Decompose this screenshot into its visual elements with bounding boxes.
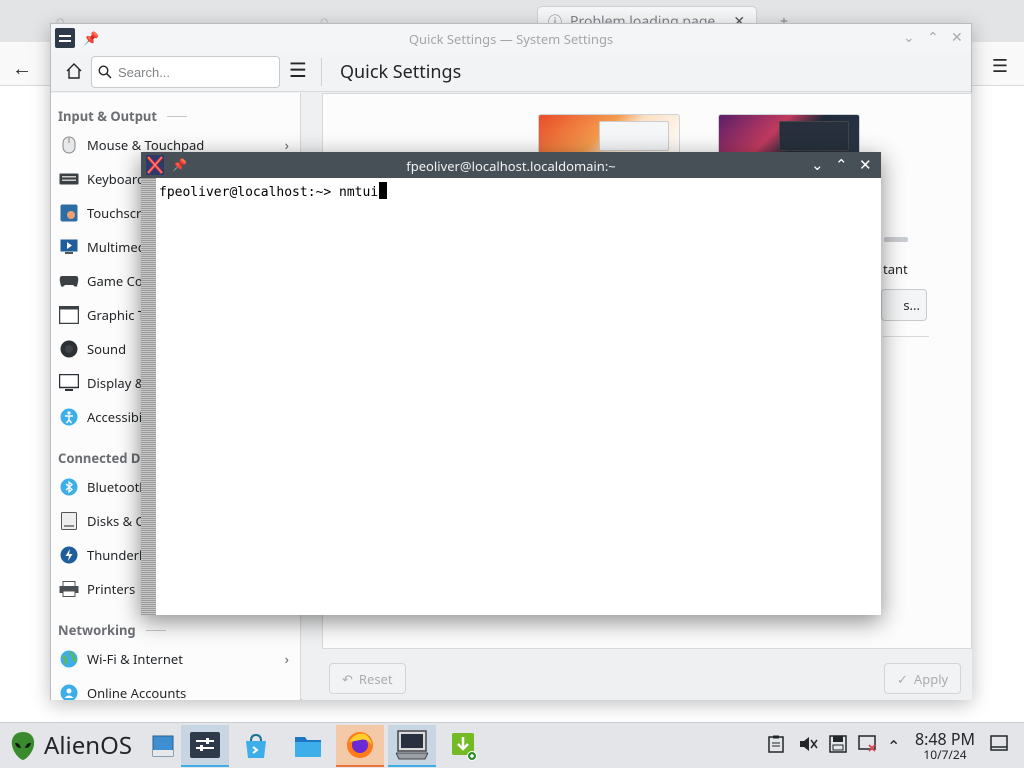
light-theme-thumbnail[interactable] [538,114,680,154]
sidebar-item-label: Printers [87,580,136,598]
window-title: Quick Settings — System Settings [408,30,614,48]
more-settings-button[interactable]: s... [881,289,927,321]
store-bag-icon [246,733,266,758]
touchscreen-icon [59,203,79,223]
page-title: Quick Settings [340,60,462,84]
settings-header: ☰ Quick Settings [51,52,971,92]
sidebar-item-wifi-internet[interactable]: Wi-Fi & Internet › [51,643,300,675]
tablet-icon [59,305,79,325]
checkmark-icon: ✓ [897,669,908,688]
home-icon [66,63,82,79]
window-preview [599,121,669,151]
close-icon[interactable]: ✕ [951,28,963,47]
package-install-icon [452,733,477,761]
clipboard-icon[interactable] [768,735,784,758]
bluetooth-icon [59,477,79,497]
online-accounts-icon [59,683,79,700]
taskbar: AlienOS ⌃ 8:48 PM 10/7/24 [0,722,1024,768]
volume-muted-icon[interactable] [798,735,818,758]
peek-desktop-icon[interactable] [990,735,1008,756]
divider [883,336,929,337]
folder-icon [295,737,321,757]
shell-prompt: fpeoliver@localhost:~> [159,185,340,200]
settings-titlebar[interactable]: 📌 Quick Settings — System Settings ⌄ ⌃ ✕ [51,24,971,52]
section-header-networking: Networking [58,621,166,639]
alien-logo-icon [11,731,35,760]
sidebar-item-online-accounts[interactable]: Online Accounts [51,677,300,700]
animation-speed-slider[interactable] [884,237,908,242]
terminal-scrollbar[interactable] [141,178,156,615]
terminal-body[interactable]: fpeoliver@localhost:~> nmtui [156,178,881,615]
undo-icon: ↶ [342,669,353,688]
maximize-icon[interactable]: ⌃ [927,28,939,47]
divider [167,115,188,117]
settings-footer: ↶ Reset ✓ Apply [302,655,972,700]
firefox-icon [347,732,373,758]
accessibility-icon [59,407,79,427]
network-disconnected-icon[interactable] [858,735,878,758]
taskbar-firefox[interactable] [336,725,384,767]
reset-label: Reset [358,669,393,688]
thunderbolt-icon [59,545,79,565]
multimedia-icon [59,237,79,257]
taskbar-terminal[interactable] [388,725,436,767]
application-launcher[interactable]: AlienOS [10,729,132,762]
clock[interactable]: 8:48 PM 10/7/24 [912,730,978,762]
back-arrow-icon[interactable]: ← [12,54,32,81]
terminal-titlebar[interactable]: 📌 fpeoliver@localhost.localdomain:~ ⌄ ⌃ … [141,152,881,178]
reset-button[interactable]: ↶ Reset [329,663,406,694]
home-button[interactable] [61,56,87,86]
minimize-icon[interactable]: ⌄ [903,28,915,47]
browser-menu-icon[interactable]: ☰ [992,54,1008,78]
dark-theme-thumbnail[interactable] [718,114,860,154]
gamepad-icon [59,271,79,291]
sidebar-item-label: Keyboard [87,170,146,188]
taskbar-package-installer[interactable] [440,725,488,767]
clock-date: 10/7/24 [923,746,967,763]
sidebar-item-label: Sound [87,340,127,358]
divider [145,629,166,631]
show-desktop-button[interactable] [146,725,180,767]
search-field[interactable] [91,56,280,88]
chevron-right-icon: › [284,650,289,669]
hamburger-menu-icon[interactable]: ☰ [289,60,307,80]
section-header-label: Networking [58,621,136,639]
window-preview [779,121,849,151]
text-cursor [379,182,388,199]
disk-icon [59,511,79,531]
storage-icon[interactable] [829,735,847,758]
taskbar-discover[interactable] [232,725,280,767]
sound-icon [59,339,79,359]
apply-label: Apply [913,669,949,688]
terminal-window[interactable]: 📌 fpeoliver@localhost.localdomain:~ ⌄ ⌃ … [141,152,881,615]
typed-command: nmtui [339,185,379,200]
taskbar-file-manager[interactable] [284,725,332,767]
header-divider [321,58,322,86]
close-icon[interactable]: ✕ [859,155,872,175]
search-input[interactable] [118,64,258,80]
taskbar-system-settings[interactable] [181,725,229,767]
section-header-input-output: Input & Output [58,107,188,125]
sidebar-item-label: Online Accounts [87,684,187,700]
search-icon [98,65,112,79]
terminal-command-line: fpeoliver@localhost:~> nmtui [159,182,388,200]
globe-icon [59,649,79,669]
start-label: AlienOS [44,729,133,762]
section-header-label: Input & Output [58,107,158,125]
apply-button[interactable]: ✓ Apply [884,663,962,694]
computer-terminal-icon [396,730,428,760]
mouse-icon [59,135,79,155]
monitor-icon [59,373,79,393]
printer-icon [59,579,79,599]
slider-label-instant: tant [883,260,908,278]
minimize-icon[interactable]: ⌄ [811,155,824,175]
keyboard-icon [59,169,79,189]
terminal-title: fpeoliver@localhost.localdomain:~ [406,157,616,175]
sidebar-item-label: Wi-Fi & Internet [87,650,183,668]
sidebar-item-label: Bluetooth [87,478,148,496]
tray-expand-chevron-icon[interactable]: ⌃ [887,735,900,757]
desktop-icon [152,735,174,757]
system-settings-icon [190,732,220,758]
maximize-icon[interactable]: ⌃ [835,155,848,175]
